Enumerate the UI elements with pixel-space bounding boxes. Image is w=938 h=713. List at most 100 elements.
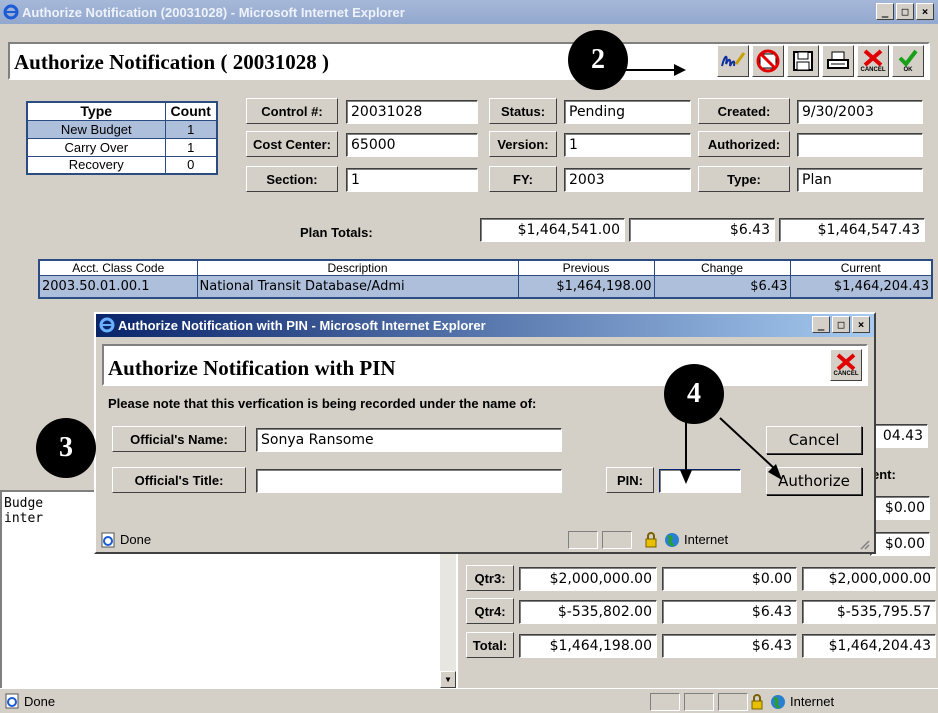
scroll-down-arrow[interactable]: ▼ bbox=[440, 671, 456, 688]
table-row[interactable]: Recovery 0 bbox=[26, 155, 218, 175]
dialog-minimize-button[interactable]: _ bbox=[812, 316, 830, 333]
ie-icon bbox=[99, 317, 115, 333]
version-label: Version: bbox=[489, 131, 557, 157]
signature-icon bbox=[721, 52, 746, 67]
qtr3-change[interactable]: $0.00 bbox=[662, 567, 797, 591]
current-cell: $1,464,204.43 bbox=[789, 275, 933, 298]
cost-center-field[interactable]: 65000 bbox=[346, 133, 478, 157]
type-cell: Recovery bbox=[26, 155, 166, 175]
ok-toolbar-button[interactable]: OK bbox=[892, 45, 924, 77]
qtr4-previous[interactable]: $-535,802.00 bbox=[519, 600, 657, 624]
plan-totals-current[interactable]: $1,464,547.43 bbox=[779, 218, 925, 242]
green-check-icon bbox=[898, 49, 918, 67]
dialog-close-button[interactable]: × bbox=[852, 316, 870, 333]
qtr3-previous[interactable]: $2,000,000.00 bbox=[519, 567, 657, 591]
created-field[interactable]: 9/30/2003 bbox=[797, 100, 923, 124]
plan-totals-previous[interactable]: $1,464,541.00 bbox=[480, 218, 625, 242]
ie-icon bbox=[3, 4, 19, 20]
total-previous[interactable]: $1,464,198.00 bbox=[519, 634, 657, 658]
account-table: Acct. Class Code Description Previous Ch… bbox=[38, 259, 933, 299]
ie-page-icon bbox=[5, 693, 19, 709]
officials-title-label: Official's Title: bbox=[112, 467, 246, 493]
count-cell: 0 bbox=[164, 155, 218, 175]
page-title: Authorize Notification ( 20031028 ) bbox=[14, 50, 329, 74]
cancel-toolbar-button[interactable]: CANCEL bbox=[857, 45, 889, 77]
current-header: Current bbox=[789, 259, 933, 276]
callout-arrow-2 bbox=[626, 64, 686, 76]
created-label: Created: bbox=[698, 98, 790, 124]
type-cell: Carry Over bbox=[26, 137, 166, 157]
q2-current-field[interactable]: $0.00 bbox=[870, 532, 930, 556]
main-status-text: Done bbox=[24, 693, 56, 709]
red-x-icon bbox=[863, 49, 883, 67]
table-row[interactable]: Carry Over 1 bbox=[26, 137, 218, 157]
qtr4-current[interactable]: $-535,795.57 bbox=[802, 600, 936, 624]
type-header: Type bbox=[26, 101, 166, 121]
status-field[interactable]: Pending bbox=[564, 100, 691, 124]
q1-current-field[interactable]: $0.00 bbox=[870, 496, 930, 520]
partial-total-field[interactable]: 04.43 bbox=[870, 424, 928, 448]
dialog-status-zone: Internet bbox=[684, 532, 729, 547]
status-segment bbox=[650, 693, 680, 711]
qtr3-label: Qtr3: bbox=[466, 565, 514, 591]
acct-code-cell: 2003.50.01.00.1 bbox=[38, 275, 198, 298]
plan-totals-label: Plan Totals: bbox=[300, 225, 373, 240]
pin-label: PIN: bbox=[606, 467, 654, 493]
officials-name-field[interactable]: Sonya Ransome bbox=[256, 428, 562, 452]
main-window-title: Authorize Notification (20031028) - Micr… bbox=[22, 4, 405, 20]
qtr4-label: Qtr4: bbox=[466, 598, 514, 624]
dialog-cancel-icon-button[interactable]: CANCEL bbox=[830, 349, 862, 381]
table-row[interactable]: 2003.50.01.00.1 National Transit Databas… bbox=[38, 275, 933, 298]
close-button[interactable]: × bbox=[916, 3, 934, 20]
plan-totals-change[interactable]: $6.43 bbox=[629, 218, 775, 242]
cancel-toolbar-label: CANCEL bbox=[860, 67, 886, 73]
description-header: Description bbox=[196, 259, 519, 276]
count-header: Count bbox=[164, 101, 218, 121]
maximize-button[interactable]: □ bbox=[896, 3, 914, 20]
dialog-header: Authorize Notification with PIN CANCEL bbox=[102, 344, 868, 386]
qtr3-current[interactable]: $2,000,000.00 bbox=[802, 567, 936, 591]
total-change[interactable]: $6.43 bbox=[662, 634, 797, 658]
save-button[interactable] bbox=[787, 45, 819, 77]
table-row[interactable]: New Budget 1 bbox=[26, 119, 218, 139]
no-entry-icon bbox=[756, 49, 780, 73]
version-field[interactable]: 1 bbox=[564, 133, 691, 157]
total-current[interactable]: $1,464,204.43 bbox=[802, 634, 936, 658]
status-label: Status: bbox=[489, 98, 557, 124]
dialog-status-bar: Done Internet bbox=[96, 527, 874, 552]
count-cell: 1 bbox=[164, 119, 218, 139]
fy-field[interactable]: 2003 bbox=[564, 168, 691, 192]
cost-center-label: Cost Center: bbox=[246, 131, 338, 157]
reject-button[interactable] bbox=[752, 45, 784, 77]
type-field[interactable]: Plan bbox=[797, 168, 923, 192]
description-cell: National Transit Database/Admi bbox=[196, 275, 519, 298]
floppy-disk-icon bbox=[793, 51, 813, 71]
type-label: Type: bbox=[698, 166, 790, 192]
fy-label: FY: bbox=[489, 166, 557, 192]
globe-icon bbox=[665, 533, 679, 547]
status-segment bbox=[602, 531, 632, 549]
dialog-maximize-button[interactable]: □ bbox=[832, 316, 850, 333]
control-number-field[interactable]: 20031028 bbox=[346, 100, 478, 124]
officials-title-field[interactable] bbox=[256, 469, 562, 493]
callout-arrows-4 bbox=[680, 417, 782, 484]
callout-3: 3 bbox=[36, 418, 96, 478]
toolbar: CANCEL OK bbox=[717, 45, 924, 77]
status-segment bbox=[718, 693, 748, 711]
print-button[interactable] bbox=[822, 45, 854, 77]
lock-icon bbox=[751, 694, 763, 710]
ie-page-icon bbox=[101, 532, 115, 548]
acct-code-header: Acct. Class Code bbox=[38, 259, 198, 276]
total-label: Total: bbox=[466, 632, 514, 658]
dialog-heading: Authorize Notification with PIN bbox=[108, 356, 396, 380]
section-field[interactable]: 1 bbox=[346, 168, 478, 192]
change-cell: $6.43 bbox=[653, 275, 791, 298]
main-window-titlebar: Authorize Notification (20031028) - Micr… bbox=[0, 0, 938, 24]
resize-grip-icon[interactable] bbox=[858, 538, 870, 550]
authorized-field[interactable] bbox=[797, 133, 923, 157]
minimize-button[interactable]: _ bbox=[876, 3, 894, 20]
authorize-sign-button[interactable] bbox=[717, 45, 749, 77]
qtr4-change[interactable]: $6.43 bbox=[662, 600, 797, 624]
section-label: Section: bbox=[246, 166, 338, 192]
ok-toolbar-label: OK bbox=[903, 67, 913, 73]
